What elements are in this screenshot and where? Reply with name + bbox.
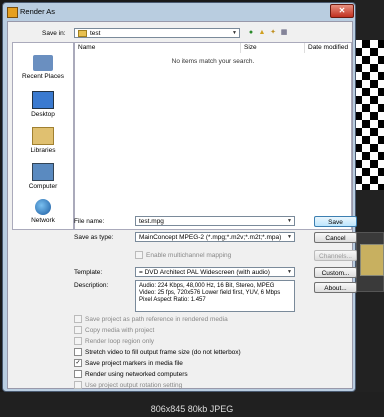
checkbox-label: Enable multichannel mapping	[146, 252, 232, 259]
empty-list-message: No items match your search.	[171, 58, 255, 65]
checkbox-box	[74, 370, 82, 379]
chevron-down-icon: ▼	[287, 269, 292, 275]
file-name-value: test.mpg	[139, 218, 164, 225]
option-networked-render[interactable]: Render using networked computers	[74, 370, 188, 379]
option-save-project-markers[interactable]: ✓ Save project markers in media file	[74, 359, 183, 368]
place-computer[interactable]: Computer	[13, 163, 73, 190]
file-name-input[interactable]: test.mpg ▼	[135, 216, 295, 226]
chevron-down-icon: ▼	[287, 234, 292, 240]
multichannel-checkbox[interactable]: Enable multichannel mapping	[135, 251, 231, 260]
checkbox-box	[74, 337, 82, 346]
save-in-value: test	[90, 30, 101, 37]
places-bar: Recent Places Desktop Libraries Computer…	[12, 42, 74, 230]
folder-icon	[78, 29, 87, 37]
place-label: Computer	[28, 183, 58, 190]
checkbox-box	[74, 381, 82, 390]
checkbox-label: Stretch video to fill output frame size …	[85, 349, 241, 356]
new-folder-icon[interactable]: ✦	[268, 28, 278, 37]
chevron-down-icon: ▼	[232, 30, 237, 36]
checkbox-box	[74, 315, 82, 324]
file-list[interactable]: Name Size Date modified No items match y…	[74, 42, 352, 230]
column-header-size[interactable]: Size	[241, 43, 305, 53]
option-stretch-video[interactable]: Stretch video to fill output frame size …	[74, 348, 241, 357]
save-button[interactable]: Save	[314, 216, 357, 227]
description-text: Audio: 224 Kbps, 48,000 Hz, 16 Bit, Ster…	[135, 280, 295, 312]
checkmark-icon: ✓	[74, 359, 82, 368]
about-button[interactable]: About...	[314, 282, 357, 293]
chevron-down-icon: ▼	[287, 218, 292, 224]
dialog-body: Save in: test ▼ ● ▲ ✦ ▦ Recent Places De…	[7, 21, 357, 390]
checkbox-label: Copy media with project	[85, 327, 155, 334]
render-as-dialog: Render As ✕ Save in: test ▼ ● ▲ ✦ ▦ Rece…	[2, 2, 357, 392]
place-label: Network	[31, 217, 55, 224]
checkerboard-preview	[354, 40, 384, 190]
description-label: Description:	[74, 282, 109, 289]
checkbox-box	[74, 348, 82, 357]
desktop-icon	[32, 91, 54, 109]
custom-button[interactable]: Custom...	[314, 267, 357, 278]
option-output-rotation[interactable]: Use project output rotation setting	[74, 381, 182, 390]
save-as-type-dropdown[interactable]: MainConcept MPEG-2 (*.mpg;*.m2v;*.m2t;*.…	[135, 232, 295, 242]
place-network[interactable]: Network	[13, 199, 73, 224]
checkbox-label: Use project output rotation setting	[85, 382, 183, 389]
libraries-icon	[32, 127, 54, 145]
option-copy-media[interactable]: Copy media with project	[74, 326, 154, 335]
app-icon	[7, 7, 18, 18]
option-save-path-reference[interactable]: Save project as path reference in render…	[74, 315, 228, 324]
column-header-date-modified[interactable]: Date modified	[305, 43, 351, 53]
place-desktop[interactable]: Desktop	[13, 91, 73, 118]
checkbox-label: Render using networked computers	[85, 371, 188, 378]
save-as-type-label: Save as type:	[74, 234, 114, 241]
place-libraries[interactable]: Libraries	[13, 127, 73, 154]
network-icon	[35, 199, 51, 215]
save-as-type-value: MainConcept MPEG-2 (*.mpg;*.m2v;*.m2t;*.…	[139, 234, 282, 241]
place-label: Desktop	[31, 111, 55, 118]
dialog-title: Render As	[20, 7, 56, 16]
checkbox-label: Render loop region only	[85, 338, 155, 345]
view-menu-icon[interactable]: ▦	[279, 28, 289, 37]
channels-button[interactable]: Channels...	[314, 250, 357, 261]
column-header-name[interactable]: Name	[75, 43, 241, 53]
checkbox-box	[135, 251, 143, 260]
template-dropdown[interactable]: = DVD Architect PAL Widescreen (with aud…	[135, 267, 295, 277]
up-folder-icon[interactable]: ▲	[257, 28, 267, 37]
template-label: Template:	[74, 269, 103, 276]
recent-places-icon	[33, 55, 53, 71]
background-thumbnail	[360, 244, 384, 276]
close-button[interactable]: ✕	[330, 4, 354, 18]
back-icon[interactable]: ●	[246, 28, 256, 37]
option-render-loop-region[interactable]: Render loop region only	[74, 337, 154, 346]
place-label: Recent Places	[22, 73, 64, 80]
checkbox-box	[74, 326, 82, 335]
computer-icon	[32, 163, 54, 181]
image-caption: 806x845 80kb JPEG	[150, 404, 234, 414]
checkbox-label: Save project as path reference in render…	[85, 316, 228, 323]
save-in-dropdown[interactable]: test ▼	[74, 28, 240, 38]
place-label: Libraries	[30, 147, 56, 154]
title-bar[interactable]: Render As ✕	[3, 3, 355, 21]
background-timeline	[354, 0, 384, 400]
template-value: = DVD Architect PAL Widescreen (with aud…	[139, 269, 270, 276]
place-recent-places[interactable]: Recent Places	[13, 55, 73, 80]
cancel-button[interactable]: Cancel	[314, 232, 357, 243]
save-in-label: Save in:	[42, 30, 66, 37]
file-name-label: File name:	[74, 218, 105, 225]
checkbox-label: Save project markers in media file	[85, 360, 183, 367]
